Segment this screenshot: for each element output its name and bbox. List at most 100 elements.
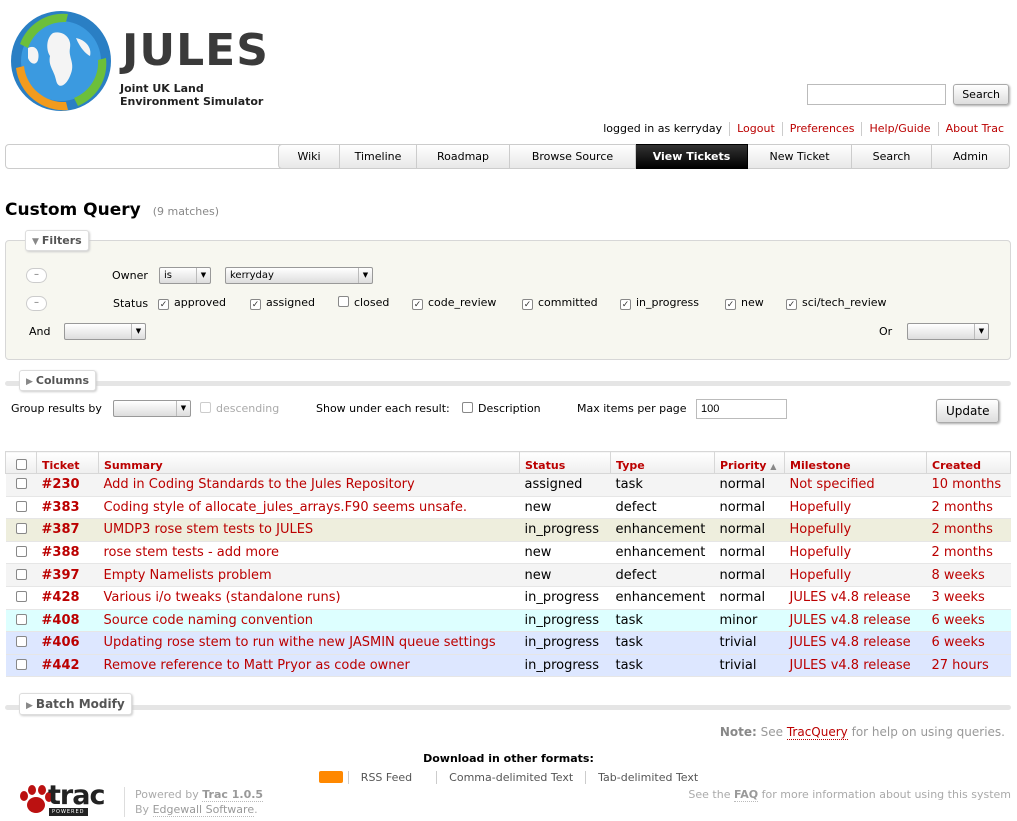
ticket-milestone-link[interactable]: JULES v4.8 release (784, 631, 927, 655)
tab-new-ticket[interactable]: New Ticket (748, 144, 852, 169)
checkbox-checked-icon[interactable]: ✓ (786, 299, 797, 310)
batch-modify-toggle[interactable]: ▶ Batch Modify (19, 693, 132, 715)
column-header-priority[interactable]: Priority ▲ (714, 451, 785, 474)
row-select-checkbox[interactable] (5, 586, 37, 610)
remove-owner-filter-button[interactable]: – (26, 268, 47, 283)
row-select-checkbox[interactable] (5, 654, 37, 678)
status-option-closed[interactable]: closed (338, 296, 389, 309)
or-filter-select[interactable]: ▼ (907, 323, 989, 340)
checkbox-icon[interactable] (15, 591, 27, 603)
ticket-created-link[interactable]: 3 weeks (926, 586, 1011, 610)
ticket-summary-link[interactable]: Empty Namelists problem (98, 563, 520, 587)
logout-link[interactable]: Logout (729, 122, 782, 136)
checkbox-checked-icon[interactable]: ✓ (412, 299, 423, 310)
checkbox-checked-icon[interactable]: ✓ (250, 299, 261, 310)
descending-option[interactable]: descending (200, 402, 279, 415)
status-option-in-progress[interactable]: ✓ in_progress (620, 296, 699, 310)
ticket-summary-link[interactable]: Add in Coding Standards to the Jules Rep… (98, 473, 520, 497)
checkbox-icon[interactable] (338, 296, 349, 307)
column-header-milestone[interactable]: Milestone (784, 451, 927, 474)
description-option[interactable]: Description (462, 402, 541, 415)
ticket-summary-link[interactable]: Various i/o tweaks (standalone runs) (98, 586, 520, 610)
ticket-created-link[interactable]: 2 months (926, 518, 1011, 542)
rss-feed-link[interactable]: RSS Feed (307, 771, 436, 784)
ticket-created-link[interactable]: 6 weeks (926, 631, 1011, 655)
ticket-summary-link[interactable]: Updating rose stem to run withe new JASM… (98, 631, 520, 655)
column-header-created[interactable]: Created (926, 451, 1011, 474)
status-option-code-review[interactable]: ✓ code_review (412, 296, 496, 310)
checkbox-icon[interactable] (15, 546, 27, 558)
preferences-link[interactable]: Preferences (781, 122, 862, 136)
checkbox-icon[interactable] (200, 402, 211, 413)
checkbox-icon[interactable] (15, 523, 27, 535)
tab-browse-source[interactable]: Browse Source (510, 144, 636, 169)
and-filter-select[interactable]: ▼ (64, 323, 146, 340)
tab-view-tickets[interactable]: View Tickets (636, 144, 748, 169)
ticket-id-link[interactable]: #388 (36, 541, 99, 565)
table-row[interactable]: #428 Various i/o tweaks (standalone runs)… (5, 586, 1011, 610)
checkbox-icon[interactable] (462, 402, 473, 413)
ticket-id-link[interactable]: #406 (36, 631, 99, 655)
status-option-approved[interactable]: ✓ approved (158, 296, 226, 310)
group-by-select[interactable]: ▼ (113, 400, 191, 417)
checkbox-icon[interactable] (15, 478, 27, 490)
columns-toggle[interactable]: ▶ Columns (19, 370, 96, 391)
ticket-created-link[interactable]: 2 months (926, 496, 1011, 520)
ticket-milestone-link[interactable]: Not specified (784, 473, 927, 497)
status-option-assigned[interactable]: ✓ assigned (250, 296, 315, 310)
tab-roadmap[interactable]: Roadmap (417, 144, 510, 169)
search-button[interactable]: Search (953, 84, 1009, 105)
table-row[interactable]: #442 Remove reference to Matt Pryor as co… (5, 654, 1011, 678)
status-option-sci-tech-review[interactable]: ✓ sci/tech_review (786, 296, 887, 310)
row-select-checkbox[interactable] (5, 631, 37, 655)
row-select-checkbox[interactable] (5, 563, 37, 587)
table-row[interactable]: #383 Coding style of allocate_jules_array… (5, 496, 1011, 520)
site-logo[interactable]: JULES Joint UK Land Environment Simulato… (6, 6, 276, 118)
checkbox-checked-icon[interactable]: ✓ (620, 299, 631, 310)
help-guide-link[interactable]: Help/Guide (861, 122, 937, 136)
ticket-id-link[interactable]: #408 (36, 609, 99, 633)
row-select-checkbox[interactable] (5, 496, 37, 520)
ticket-summary-link[interactable]: rose stem tests - add more (98, 541, 520, 565)
ticket-summary-link[interactable]: Source code naming convention (98, 609, 520, 633)
ticket-id-link[interactable]: #230 (36, 473, 99, 497)
checkbox-icon[interactable] (15, 500, 27, 512)
column-header-status[interactable]: Status (519, 451, 611, 474)
select-all-header[interactable] (5, 451, 37, 474)
update-button[interactable]: Update (936, 399, 1000, 423)
ticket-id-link[interactable]: #383 (36, 496, 99, 520)
ticket-created-link[interactable]: 8 weeks (926, 563, 1011, 587)
tab-search[interactable]: Search (852, 144, 932, 169)
ticket-id-link[interactable]: #428 (36, 586, 99, 610)
checkbox-icon[interactable] (15, 613, 27, 625)
tab-timeline[interactable]: Timeline (340, 144, 417, 169)
ticket-milestone-link[interactable]: Hopefully (784, 563, 927, 587)
column-header-ticket[interactable]: Ticket (36, 451, 99, 474)
tab-admin[interactable]: Admin (932, 144, 1010, 169)
remove-status-filter-button[interactable]: – (26, 296, 47, 311)
max-items-input[interactable] (696, 399, 787, 419)
ticket-milestone-link[interactable]: JULES v4.8 release (784, 609, 927, 633)
status-option-committed[interactable]: ✓ committed (522, 296, 598, 310)
row-select-checkbox[interactable] (5, 609, 37, 633)
tracquery-link[interactable]: TracQuery (786, 725, 848, 740)
search-input[interactable] (807, 84, 947, 105)
tab-delimited-link[interactable]: Tab-delimited Text (585, 771, 711, 784)
table-row[interactable]: #408 Source code naming convention in_prog… (5, 609, 1011, 633)
ticket-milestone-link[interactable]: Hopefully (784, 518, 927, 542)
status-option-new[interactable]: ✓ new (725, 296, 764, 310)
column-header-type[interactable]: Type (610, 451, 715, 474)
row-select-checkbox[interactable] (5, 541, 37, 565)
table-row[interactable]: #230 Add in Coding Standards to the Jules… (5, 473, 1011, 497)
ticket-id-link[interactable]: #397 (36, 563, 99, 587)
ticket-summary-link[interactable]: Remove reference to Matt Pryor as code o… (98, 654, 520, 678)
ticket-id-link[interactable]: #387 (36, 518, 99, 542)
checkbox-checked-icon[interactable]: ✓ (158, 299, 169, 310)
ticket-created-link[interactable]: 27 hours (926, 654, 1011, 678)
edgewall-link[interactable]: Edgewall Software (152, 803, 255, 817)
checkbox-icon[interactable] (15, 659, 27, 671)
ticket-id-link[interactable]: #442 (36, 654, 99, 678)
trac-version-link[interactable]: Trac 1.0.5 (202, 788, 264, 802)
about-trac-link[interactable]: About Trac (937, 122, 1011, 136)
ticket-summary-link[interactable]: UMDP3 rose stem tests to JULES (98, 518, 520, 542)
